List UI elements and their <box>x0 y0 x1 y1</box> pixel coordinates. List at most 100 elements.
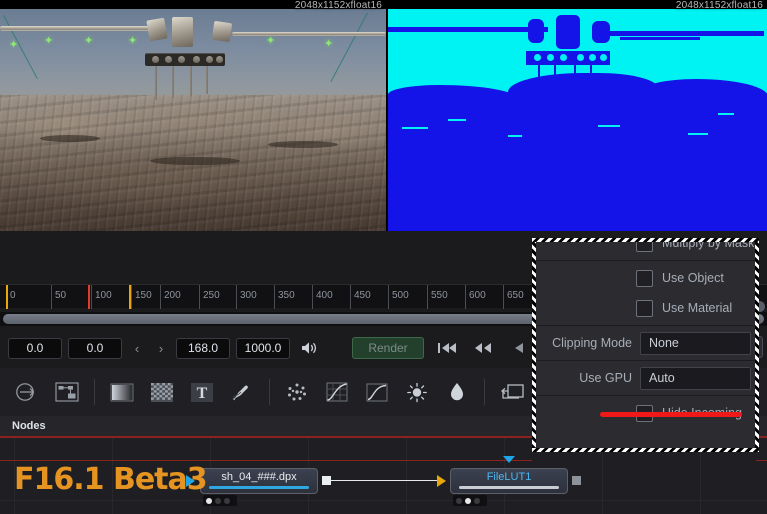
clipping-mode-field-value[interactable]: None <box>640 331 751 355</box>
tracking-marker: ✦ <box>44 35 54 47</box>
node-toggle-dot[interactable] <box>465 497 471 504</box>
rig-leg <box>172 66 174 98</box>
toolbar-separator <box>94 379 95 405</box>
node-filelut-view-marker[interactable] <box>503 456 515 463</box>
ruler-tick-label: 300 <box>240 290 257 301</box>
tracking-marker: ✦ <box>84 35 94 47</box>
droplet-icon[interactable] <box>438 374 476 410</box>
rig-bar-left <box>0 26 152 31</box>
nodes-panel-tab-label: Nodes <box>12 420 46 432</box>
use-gpu-annotation <box>600 412 742 417</box>
node-filelut-toggles[interactable] <box>453 495 487 506</box>
viewer-b[interactable]: 2048x1152xfloat16 <box>388 0 767 231</box>
render-range-line <box>756 460 767 461</box>
ruler-tick-label: 500 <box>392 290 409 301</box>
text-icon[interactable]: T <box>183 374 221 410</box>
loader-icon[interactable] <box>8 374 46 410</box>
checker-icon[interactable] <box>143 374 181 410</box>
node-connection <box>331 480 437 481</box>
node-inspector-dialog[interactable]: Multiply by Mask Use Object Use Material Cl… <box>532 238 759 452</box>
range-out-marker[interactable] <box>129 285 131 309</box>
tracking-marker: ✦ <box>9 39 19 51</box>
tracking-marker: ✦ <box>324 38 334 50</box>
particles-icon[interactable] <box>278 374 316 410</box>
ruler-tick <box>131 285 132 309</box>
viewer-a-format-label: 2048x1152xfloat16 <box>294 0 382 11</box>
posterized-plate-hole <box>547 54 554 61</box>
rig-plate-hole <box>216 56 223 63</box>
speaker-icon[interactable] <box>296 337 322 359</box>
viewer-a-image: ✦ ✦ ✦ ✦ ✦ ✦ <box>0 9 386 231</box>
render-end-field[interactable]: 1000.0 <box>236 337 290 359</box>
node-toggle-dot[interactable] <box>206 497 212 504</box>
in-point-field[interactable]: 0.0 <box>8 337 62 359</box>
multiply-by-mask-checkbox[interactable]: Multiply by Mask <box>536 242 755 258</box>
ruler-tick <box>236 285 237 309</box>
step-back-button[interactable] <box>506 337 532 359</box>
toolbar-separator <box>484 379 485 405</box>
current-frame-field[interactable]: 168.0 <box>176 337 230 359</box>
node-loader-toggles[interactable] <box>203 495 237 506</box>
posterized-speck <box>718 113 734 115</box>
node-filelut[interactable]: FileLUT1 <box>450 468 568 494</box>
skip-to-start-button[interactable] <box>434 337 460 359</box>
viewer-b-format-label: 2048x1152xfloat16 <box>675 0 763 11</box>
render-range-line <box>0 460 532 461</box>
gradient-icon[interactable] <box>103 374 141 410</box>
rig-leg <box>206 66 208 94</box>
rig-plate-hole <box>193 56 200 63</box>
merge-icon[interactable] <box>493 374 531 410</box>
node-filelut-output[interactable] <box>572 476 581 485</box>
posterized-ground <box>388 107 767 231</box>
use-material-checkbox-box[interactable] <box>636 299 653 317</box>
node-filelut-input[interactable] <box>437 475 446 487</box>
viewer-area: 2048x1152xfloat16 ✦ ✦ ✦ ✦ ✦ ✦ 2048x1152x… <box>0 0 767 231</box>
fusion-composite-window: 2048x1152xfloat16 ✦ ✦ ✦ ✦ ✦ ✦ 2048x1152x… <box>0 0 767 514</box>
viewer-b-image <box>388 9 767 231</box>
color-curves-icon[interactable] <box>318 374 356 410</box>
ruler-tick <box>199 285 200 309</box>
node-toggle-dot[interactable] <box>224 497 230 504</box>
ruler-tick <box>312 285 313 309</box>
prev-keyframe-button[interactable]: ‹ <box>128 338 146 358</box>
rig-leg <box>190 66 192 96</box>
node-toggle-dot[interactable] <box>215 497 221 504</box>
ruler-tick-label: 600 <box>469 290 486 301</box>
node-group-icon[interactable] <box>48 374 86 410</box>
ruler-tick-label: 450 <box>354 290 371 301</box>
use-gpu-field-value[interactable]: Auto <box>640 366 751 390</box>
render-start-field[interactable]: 0.0 <box>68 337 122 359</box>
node-loader[interactable]: sh_04_###.dpx <box>200 468 318 494</box>
brightness-icon[interactable] <box>398 374 436 410</box>
use-object-checkbox[interactable]: Use Object <box>536 263 755 293</box>
node-loader-title: sh_04_###.dpx <box>221 471 297 483</box>
paint-brush-icon[interactable] <box>223 374 261 410</box>
ruler-tick <box>465 285 466 309</box>
s-curve-icon[interactable] <box>358 374 396 410</box>
node-loader-strip <box>209 486 309 489</box>
rewind-button[interactable] <box>470 337 496 359</box>
next-keyframe-button[interactable]: › <box>152 338 170 358</box>
playhead-marker[interactable] <box>88 285 90 309</box>
ruler-tick-label: 650 <box>507 290 524 301</box>
dialog-separator <box>536 325 755 326</box>
rig-plate-hole <box>165 56 172 63</box>
node-loader-output[interactable] <box>322 476 331 485</box>
ruler-tick <box>503 285 504 309</box>
viewer-a[interactable]: 2048x1152xfloat16 ✦ ✦ ✦ ✦ ✦ ✦ <box>0 0 386 231</box>
use-object-checkbox-box[interactable] <box>636 269 653 287</box>
ruler-tick <box>51 285 52 309</box>
use-gpu-field-label: Use GPU <box>579 371 632 385</box>
render-button[interactable]: Render <box>352 337 424 359</box>
rig-clamp-left <box>146 17 168 42</box>
node-toggle-dot[interactable] <box>456 497 462 504</box>
clipping-mode-field[interactable]: Clipping Mode None <box>536 328 755 358</box>
use-material-checkbox[interactable]: Use Material <box>536 293 755 323</box>
node-toggle-dot[interactable] <box>474 497 480 504</box>
multiply-by-mask-checkbox-box[interactable] <box>636 242 653 252</box>
use-gpu-field[interactable]: Use GPU Auto <box>536 363 755 393</box>
rig-clamp-right <box>211 20 233 43</box>
rig-bar-right <box>232 32 386 36</box>
range-in-marker[interactable] <box>6 285 8 309</box>
posterized-speck <box>448 119 466 121</box>
